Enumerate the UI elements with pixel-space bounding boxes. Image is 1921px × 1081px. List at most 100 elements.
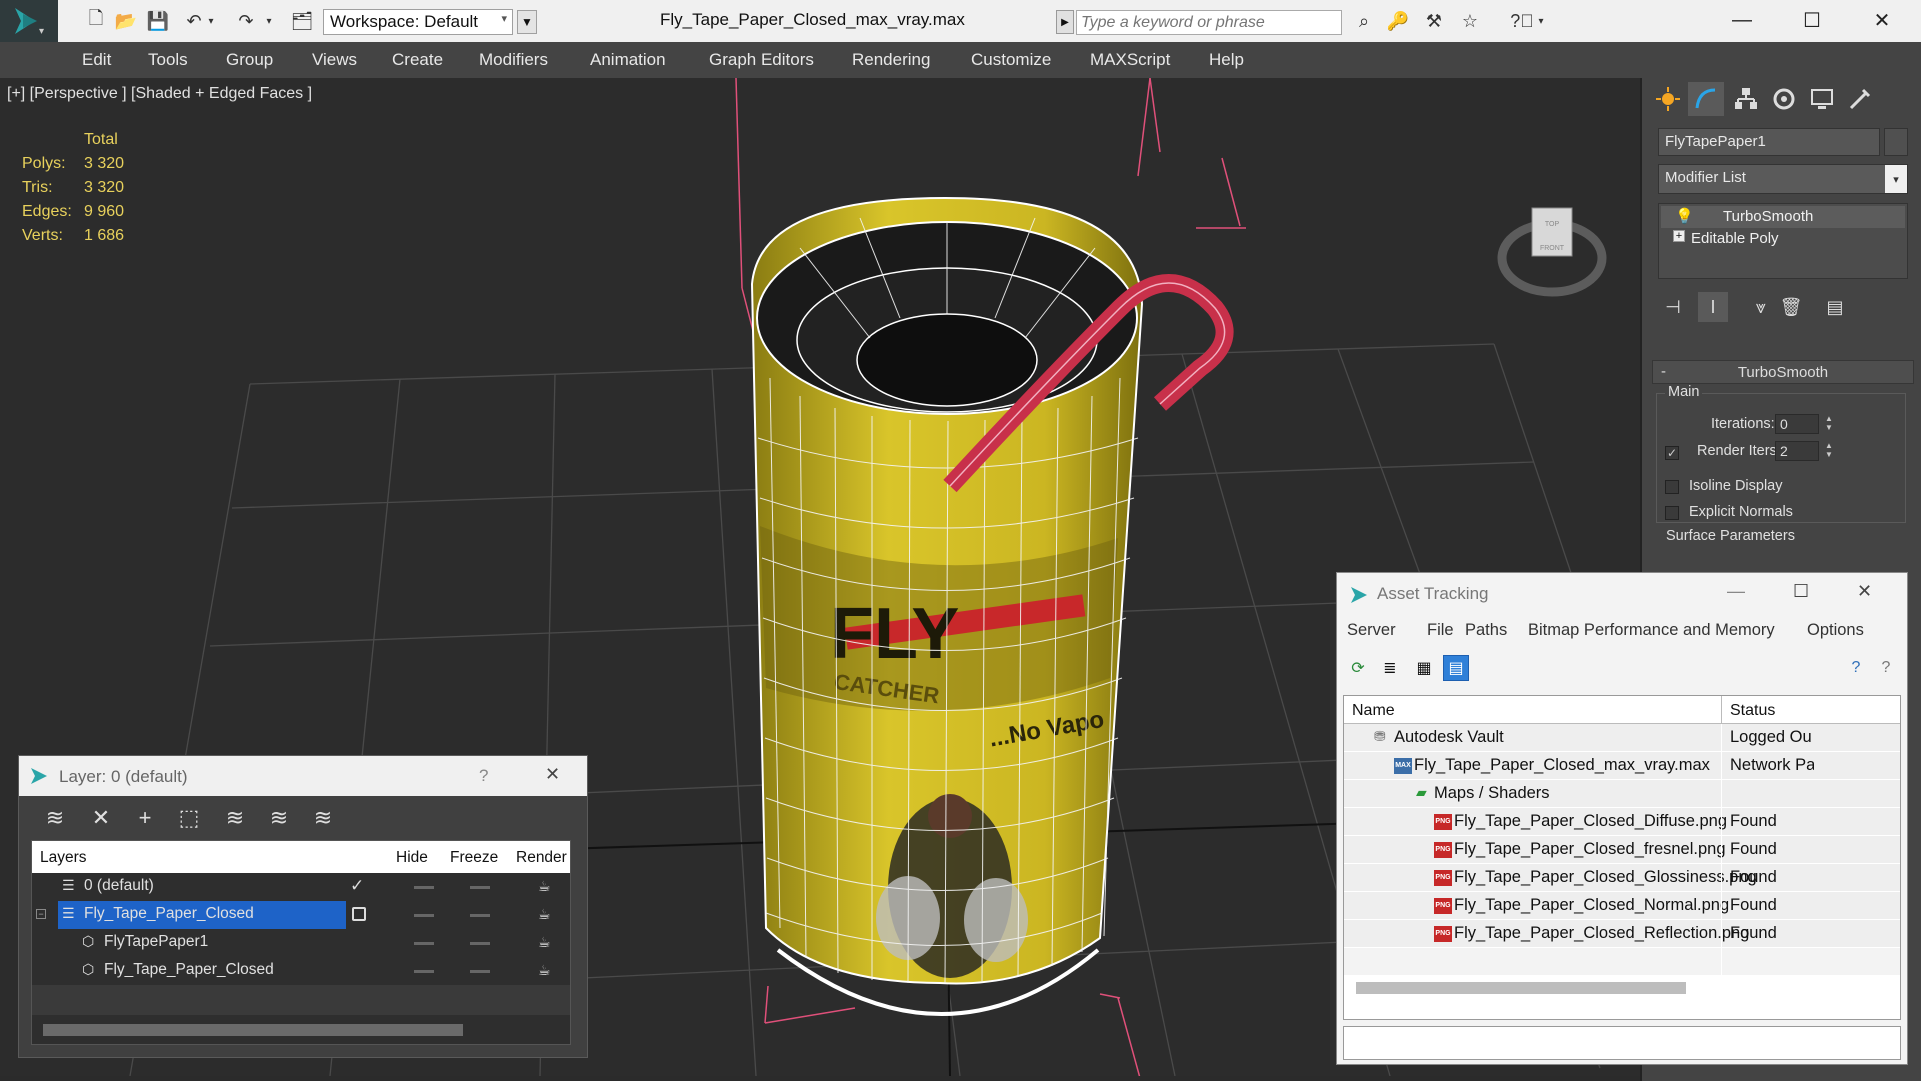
object-row[interactable]: ⬡ Fly_Tape_Paper_Closed ☕ — [32, 957, 570, 985]
project-folder-icon[interactable]: 🗂 — [288, 8, 316, 34]
open-file-icon[interactable]: 📂 — [112, 8, 140, 34]
menu-rendering[interactable]: Rendering — [852, 50, 930, 70]
undo-dropdown-icon[interactable]: ▾ — [204, 8, 218, 34]
menu-file[interactable]: File — [1427, 621, 1454, 640]
create-tab-icon[interactable] — [1650, 82, 1686, 116]
freeze-toggle[interactable] — [470, 886, 490, 889]
fly-tape-can-model[interactable]: FLY CATCHER ...No Vapo — [750, 196, 1234, 1016]
freeze-toggle[interactable] — [470, 942, 490, 945]
isoline-display-checkbox[interactable] — [1665, 480, 1679, 494]
maximize-button[interactable]: ☐ — [1793, 581, 1809, 602]
create-layer-icon[interactable]: ≋ — [41, 804, 69, 832]
table-row[interactable]: PNG Fly_Tape_Paper_Closed_fresnel.png Fo… — [1344, 836, 1900, 864]
communication-icon[interactable]: ⚒ — [1420, 8, 1448, 34]
asset-tracking-titlebar[interactable]: Asset Tracking — ☐ ✕ — [1337, 573, 1907, 615]
redo-dropdown-icon[interactable]: ▾ — [262, 8, 276, 34]
column-freeze[interactable]: Freeze — [450, 849, 498, 867]
table-row[interactable]: ▰ Maps / Shaders — [1344, 780, 1900, 808]
layer-row[interactable]: ☰ 0 (default) ✓ ☕ — [32, 873, 570, 901]
column-name[interactable]: Name — [1352, 702, 1395, 720]
render-iters-spinner[interactable]: 2 — [1775, 441, 1819, 461]
render-iters-checkbox[interactable]: ✓ — [1665, 446, 1679, 460]
display-tab-icon[interactable] — [1804, 82, 1840, 116]
modifier-list-dropdown[interactable]: Modifier List ▾ — [1658, 164, 1908, 194]
menu-customize[interactable]: Customize — [971, 50, 1051, 70]
menu-help[interactable]: Help — [1209, 50, 1244, 70]
close-button[interactable]: ✕ — [1862, 6, 1902, 34]
render-teapot-icon[interactable]: ☕ — [538, 906, 551, 923]
utilities-tab-icon[interactable] — [1842, 82, 1878, 116]
freeze-all-icon[interactable]: ≋ — [309, 804, 337, 832]
column-layers[interactable]: Layers — [40, 849, 87, 867]
surface-parameters-label[interactable]: Surface Parameters — [1666, 528, 1795, 544]
column-status[interactable]: Status — [1730, 702, 1775, 720]
close-button[interactable]: ✕ — [545, 764, 560, 785]
configure-sets-icon[interactable]: ▤ — [1820, 292, 1850, 322]
menu-server[interactable]: Server — [1347, 621, 1396, 640]
menu-views[interactable]: Views — [312, 50, 357, 70]
binoculars-icon[interactable]: ⌕ — [1350, 8, 1378, 34]
render-teapot-icon[interactable]: ☕ — [538, 934, 551, 951]
hierarchy-tab-icon[interactable] — [1728, 82, 1764, 116]
lightbulb-icon[interactable]: 💡 — [1675, 207, 1694, 225]
workspace-select[interactable]: Workspace: Default ▾ — [323, 9, 513, 35]
redo-icon[interactable]: ↷ — [232, 8, 260, 34]
refresh-icon[interactable]: ⟳ — [1345, 655, 1371, 681]
layer-dialog-titlebar[interactable]: Layer: 0 (default) ? ✕ — [19, 756, 587, 796]
remove-modifier-icon[interactable]: 🗑 — [1776, 292, 1806, 322]
menu-modifiers[interactable]: Modifiers — [479, 50, 548, 70]
freeze-toggle[interactable] — [470, 914, 490, 917]
help-icon[interactable]: ?⃝ — [1508, 8, 1536, 34]
search-input[interactable] — [1076, 10, 1342, 35]
spinner-arrows-icon[interactable]: ▲ ▼ — [1823, 414, 1835, 434]
horizontal-scrollbar[interactable] — [1356, 982, 1686, 994]
freeze-toggle[interactable] — [470, 970, 490, 973]
modify-tab-icon[interactable] — [1688, 82, 1724, 116]
spinner-arrows-icon[interactable]: ▲ ▼ — [1823, 441, 1835, 461]
layer-row-selected[interactable]: − ☰ Fly_Tape_Paper_Closed ☕ — [32, 901, 570, 929]
explicit-normals-checkbox[interactable] — [1665, 506, 1679, 520]
motion-tab-icon[interactable] — [1766, 82, 1802, 116]
hide-all-icon[interactable]: ≋ — [265, 804, 293, 832]
horizontal-scrollbar[interactable] — [43, 1024, 463, 1036]
table-row[interactable]: PNG Fly_Tape_Paper_Closed_Glossiness.png… — [1344, 864, 1900, 892]
add-selection-icon[interactable]: + — [131, 804, 159, 832]
object-row[interactable]: ⬡ FlyTapePaper1 ☕ — [32, 929, 570, 957]
column-render[interactable]: Render — [516, 849, 567, 867]
maximize-button[interactable]: ☐ — [1792, 6, 1832, 34]
hide-toggle[interactable] — [414, 886, 434, 889]
menu-paths[interactable]: Paths — [1465, 621, 1507, 640]
table-row[interactable]: ⛃ Autodesk Vault Logged Ou — [1344, 724, 1900, 752]
render-teapot-icon[interactable]: ☕ — [538, 962, 551, 979]
menu-maxscript[interactable]: MAXScript — [1090, 50, 1170, 70]
table-view-icon[interactable]: ▤ — [1443, 655, 1469, 681]
minimize-button[interactable]: — — [1722, 6, 1762, 34]
viewport-label[interactable]: [+] [Perspective ] [Shaded + Edged Faces… — [7, 85, 312, 103]
object-color-swatch[interactable] — [1884, 128, 1908, 156]
menu-group[interactable]: Group — [226, 50, 273, 70]
new-file-icon[interactable]: 🗋 — [82, 8, 110, 34]
stack-item-turbosmooth[interactable]: 💡 TurboSmooth — [1661, 206, 1905, 228]
list-view-icon[interactable]: ≣ — [1377, 655, 1403, 681]
help-icon[interactable]: ? — [1843, 655, 1869, 681]
iterations-spinner[interactable]: 0 — [1775, 414, 1819, 434]
save-icon[interactable]: 💾 — [144, 8, 172, 34]
menu-options[interactable]: Options — [1807, 621, 1864, 640]
minimize-button[interactable]: — — [1727, 581, 1745, 602]
thumbnail-view-icon[interactable]: ▦ — [1411, 655, 1437, 681]
workspace-menu-button[interactable]: ▼ — [517, 10, 537, 34]
favorites-star-icon[interactable]: ☆ — [1456, 8, 1484, 34]
menu-create[interactable]: Create — [392, 50, 443, 70]
collapse-icon[interactable]: - — [1661, 363, 1666, 380]
object-name-field[interactable]: FlyTapePaper1 — [1658, 128, 1880, 156]
table-row[interactable]: PNG Fly_Tape_Paper_Closed_Diffuse.png Fo… — [1344, 808, 1900, 836]
expand-plus-icon[interactable]: + — [1673, 230, 1685, 242]
help-button[interactable]: ? — [479, 766, 488, 786]
menu-bitmap-performance[interactable]: Bitmap Performance and Memory — [1528, 621, 1775, 640]
hide-toggle[interactable] — [414, 942, 434, 945]
menu-animation[interactable]: Animation — [590, 50, 666, 70]
table-row[interactable]: PNG Fly_Tape_Paper_Closed_Normal.png Fou… — [1344, 892, 1900, 920]
highlight-layer-icon[interactable]: ≋ — [221, 804, 249, 832]
table-row[interactable]: MAX Fly_Tape_Paper_Closed_max_vray.max N… — [1344, 752, 1900, 780]
select-objects-icon[interactable]: ⬚ — [175, 804, 203, 832]
